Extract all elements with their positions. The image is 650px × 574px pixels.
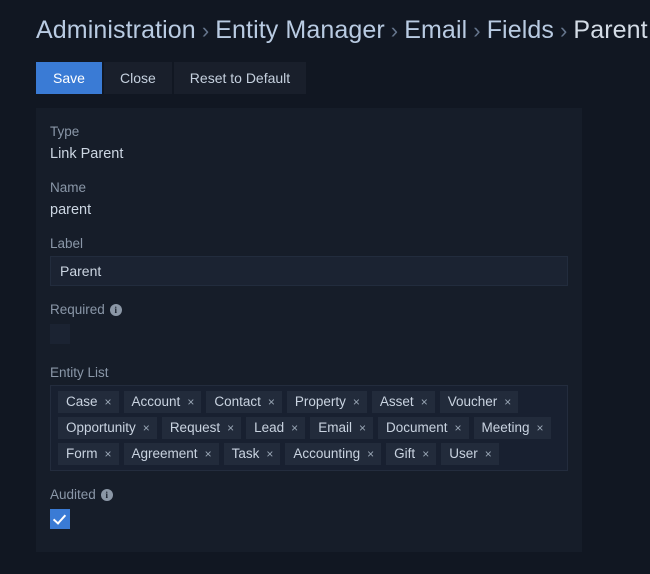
name-label: Name [50,180,87,195]
entity-tag: Gift × [386,443,437,465]
entity-tag-label: Opportunity [66,420,136,436]
audited-checkbox[interactable] [50,509,70,529]
entity-tag: Document × [377,417,469,439]
breadcrumb-item-parent: Parent [573,16,648,44]
remove-tag-icon[interactable]: × [105,396,112,408]
field-entity-list: Entity List Case × Account × Contact × Propert… [50,363,568,471]
reset-to-default-button[interactable]: Reset to Default [173,62,307,94]
breadcrumb-separator: › [559,18,568,43]
entity-tag: Task × [223,443,281,465]
remove-tag-icon[interactable]: × [485,448,492,460]
entity-tag-label: Property [294,394,346,410]
toolbar: Save Close Reset to Default [36,62,650,94]
label-label: Label [50,236,84,251]
name-value: parent [50,202,92,218]
field-type: Type Link Parent [50,122,568,164]
entity-list-label: Entity List [50,365,109,380]
breadcrumb-separator: › [390,18,399,43]
remove-tag-icon[interactable]: × [359,422,366,434]
required-label-text: Required [50,302,105,317]
entity-tag-label: Email [318,420,352,436]
entity-tag: Lead × [246,417,306,439]
entity-tag-label: Lead [254,420,285,436]
remove-tag-icon[interactable]: × [291,422,298,434]
entity-tag-label: Document [385,420,448,436]
remove-tag-icon[interactable]: × [504,396,511,408]
audited-label: Audited i [50,485,568,505]
required-label: Required i [50,300,568,320]
remove-tag-icon[interactable]: × [367,448,374,460]
label-input[interactable] [50,256,568,286]
entity-tag-label: Request [169,420,221,436]
required-checkbox[interactable] [50,324,70,344]
entity-tag: Form × [58,443,119,465]
remove-tag-icon[interactable]: × [266,448,273,460]
breadcrumb-separator: › [473,18,481,43]
entity-tag: Meeting × [473,417,551,439]
breadcrumb-item-administration[interactable]: Administration [36,16,196,44]
entity-tag-label: Meeting [481,420,530,436]
type-label: Type [50,124,80,139]
entity-tag-label: Gift [394,446,416,462]
info-icon[interactable]: i [100,489,113,501]
entity-tag: Agreement × [123,443,219,465]
entity-tag: Accounting × [285,443,382,465]
entity-tag-label: User [449,446,478,462]
remove-tag-icon[interactable]: × [268,396,275,408]
entity-tag-label: Task [231,446,260,462]
save-button[interactable]: Save [36,62,102,94]
entity-tag: Asset × [371,391,435,413]
entity-list-tagbox[interactable]: Case × Account × Contact × Property × Asset × Vouc… [50,385,568,471]
remove-tag-icon[interactable]: × [143,422,150,434]
remove-tag-icon[interactable]: × [205,448,212,460]
remove-tag-icon[interactable]: × [455,422,462,434]
audited-label-text: Audited [50,487,96,502]
remove-tag-icon[interactable]: × [422,448,429,460]
field-name: Name parent [50,178,568,220]
field-audited: Audited i [50,485,568,534]
remove-tag-icon[interactable]: × [421,396,428,408]
entity-tag-label: Form [66,446,98,462]
entity-tag: Voucher × [439,391,519,413]
remove-tag-icon[interactable]: × [353,396,360,408]
remove-tag-icon[interactable]: × [105,448,112,460]
entity-tag-label: Accounting [293,446,361,462]
entity-tag: Account × [123,391,202,413]
breadcrumb-item-email[interactable]: Email [404,16,467,44]
entity-tag: Request × [161,417,242,439]
type-value: Link Parent [50,146,124,162]
breadcrumb-item-entity-manager[interactable]: Entity Manager [215,16,385,44]
field-label-group: Label [50,234,568,286]
breadcrumb-separator: › [201,18,210,43]
remove-tag-icon[interactable]: × [227,422,234,434]
entity-tag: Opportunity × [58,417,157,439]
entity-tag: User × [441,443,499,465]
entity-tag-label: Case [66,394,98,410]
field-required: Required i [50,300,568,349]
breadcrumb-item-fields[interactable]: Fields [487,16,554,44]
entity-tag-label: Voucher [447,394,498,410]
entity-tag-label: Agreement [131,446,198,462]
close-button[interactable]: Close [104,62,172,94]
breadcrumb: Administration › Entity Manager › Email › Fiel… [0,0,650,48]
entity-tag: Contact × [206,391,282,413]
remove-tag-icon[interactable]: × [537,422,544,434]
entity-tag-label: Contact [214,394,261,410]
field-detail-panel: Type Link Parent Name parent Label Requi… [36,108,582,552]
remove-tag-icon[interactable]: × [187,396,194,408]
info-icon[interactable]: i [109,304,122,316]
entity-tag-label: Account [131,394,181,410]
entity-tag: Email × [310,417,373,439]
entity-tag: Case × [58,391,119,413]
entity-tag: Property × [286,391,367,413]
entity-tag-label: Asset [379,394,414,410]
